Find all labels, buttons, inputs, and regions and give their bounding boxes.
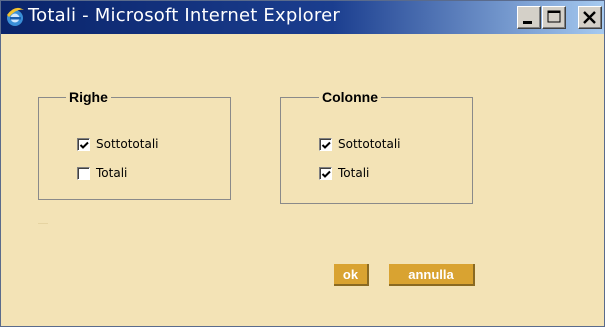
title-bar[interactable]: Totali - Microsoft Internet Explorer bbox=[1, 1, 604, 34]
minimize-icon bbox=[523, 21, 532, 24]
checkmark-icon bbox=[321, 141, 331, 149]
close-button[interactable] bbox=[578, 6, 602, 29]
columns-subtotals-checkbox[interactable] bbox=[319, 138, 332, 151]
rows-subtotals-option[interactable]: Sottototali bbox=[77, 137, 217, 154]
columns-totals-label: Totali bbox=[338, 166, 370, 180]
rows-totals-checkbox[interactable] bbox=[77, 167, 90, 180]
checkmark-icon bbox=[79, 141, 89, 149]
rows-group-legend: Righe bbox=[66, 88, 111, 106]
window-title: Totali - Microsoft Internet Explorer bbox=[28, 5, 340, 26]
cancel-button[interactable]: annulla bbox=[389, 264, 475, 286]
rows-totals-option[interactable]: Totali bbox=[77, 166, 217, 183]
checkmark-icon bbox=[321, 170, 331, 178]
close-icon bbox=[583, 11, 596, 24]
ok-button[interactable]: ok bbox=[334, 264, 369, 286]
minimize-button[interactable] bbox=[517, 6, 541, 29]
divider bbox=[38, 223, 48, 224]
rows-subtotals-label: Sottototali bbox=[96, 137, 159, 151]
rows-subtotals-checkbox[interactable] bbox=[77, 138, 90, 151]
columns-subtotals-option[interactable]: Sottototali bbox=[319, 137, 459, 154]
rows-group: Righe Sottototali Totali bbox=[38, 88, 231, 200]
dialog-window: Totali - Microsoft Internet Explorer Rig… bbox=[0, 0, 605, 327]
ie-icon bbox=[5, 6, 25, 28]
columns-totals-option[interactable]: Totali bbox=[319, 166, 459, 183]
maximize-button[interactable] bbox=[542, 6, 566, 29]
rows-totals-label: Totali bbox=[96, 166, 128, 180]
columns-subtotals-label: Sottototali bbox=[338, 137, 401, 151]
columns-group-legend: Colonne bbox=[319, 88, 381, 106]
maximize-icon bbox=[547, 10, 561, 23]
columns-totals-checkbox[interactable] bbox=[319, 167, 332, 180]
dialog-body: Righe Sottototali Totali Colonne Sottoto… bbox=[1, 34, 604, 326]
columns-group: Colonne Sottototali Totali bbox=[280, 88, 473, 204]
